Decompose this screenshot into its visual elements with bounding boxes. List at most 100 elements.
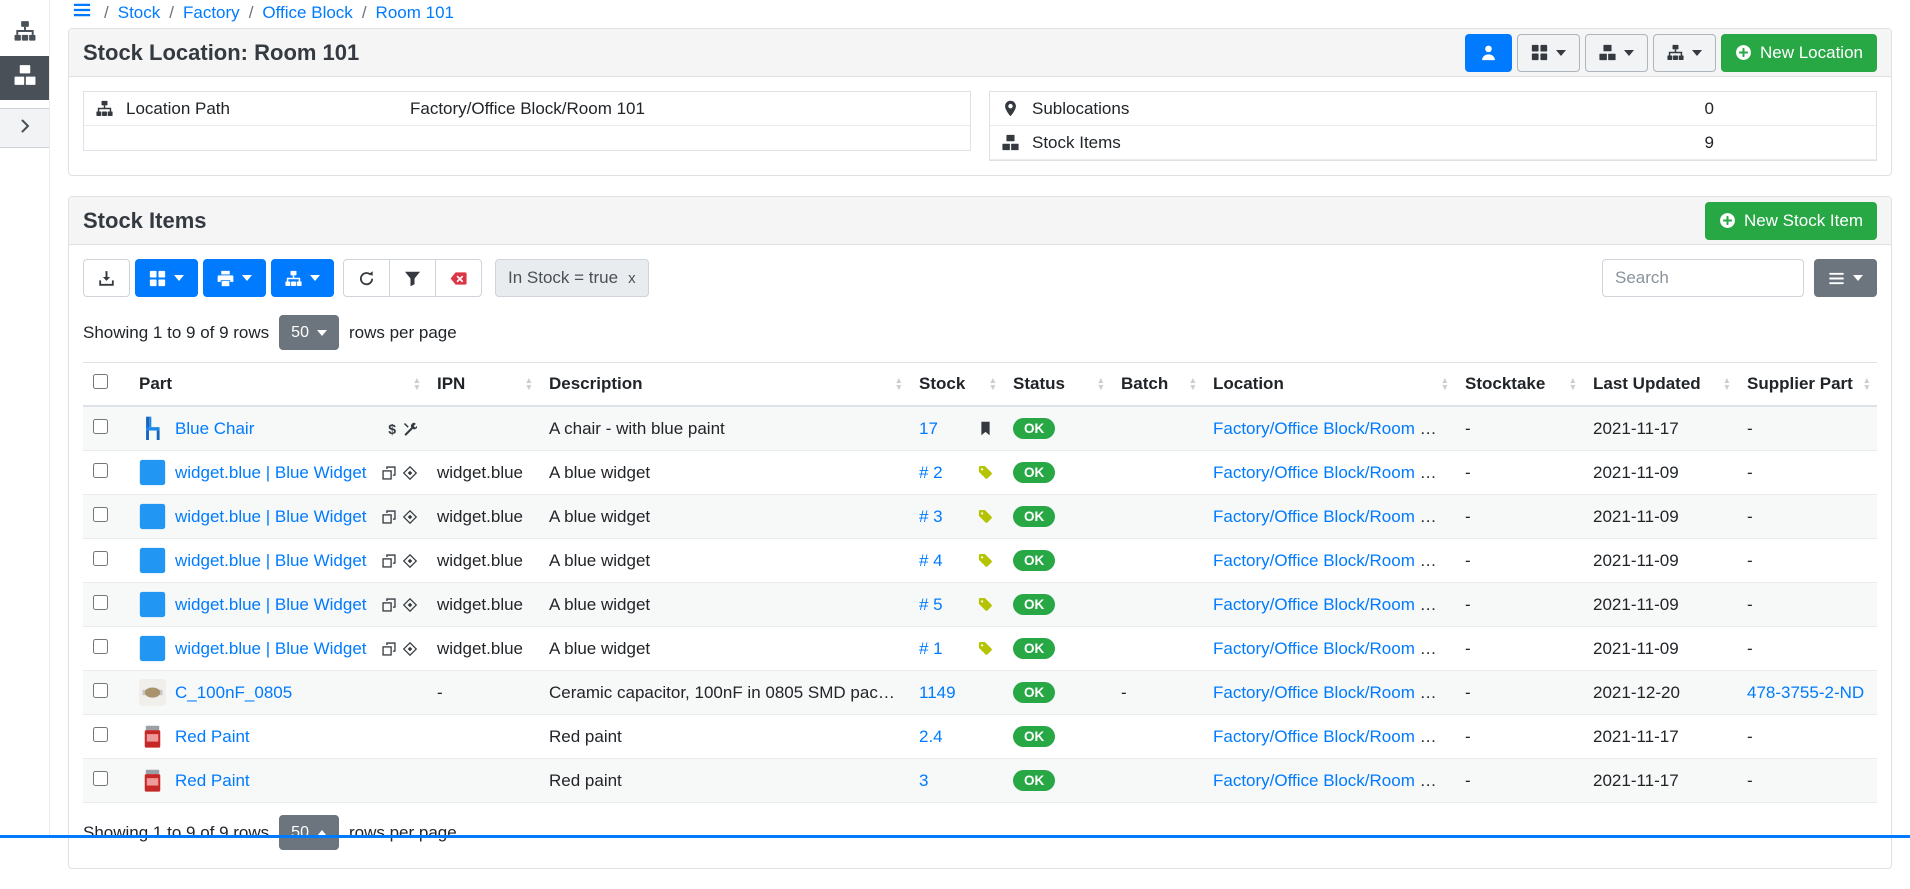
- breadcrumb-link-room-101[interactable]: Room 101: [376, 3, 454, 23]
- chevron-down-icon: [1853, 275, 1863, 281]
- stock-link[interactable]: 2.4: [919, 727, 943, 747]
- location-link[interactable]: Factory/Office Block/Room 101: [1213, 507, 1448, 526]
- row-checkbox[interactable]: [93, 463, 108, 478]
- toolbar-barcode-button[interactable]: [135, 259, 198, 297]
- status-badge: OK: [1013, 726, 1055, 748]
- location-link[interactable]: Factory/Office Block/Room 101: [1213, 595, 1448, 614]
- export-button[interactable]: [83, 259, 130, 297]
- sort-icon: ▲▼: [1569, 377, 1577, 391]
- location-path-value: Factory/Office Block/Room 101: [410, 99, 645, 119]
- sidebar-item-stock-location-tree[interactable]: [0, 56, 49, 100]
- breadcrumb-link-office-block[interactable]: Office Block: [262, 3, 352, 23]
- col-header-stock[interactable]: Stock▲▼: [909, 363, 1003, 407]
- sidebar-expand-toggle[interactable]: [0, 108, 49, 148]
- part-link[interactable]: Red Paint: [175, 727, 250, 747]
- row-checkbox[interactable]: [93, 507, 108, 522]
- location-actions-button[interactable]: [1653, 34, 1716, 72]
- toolbar-print-button[interactable]: [203, 259, 266, 297]
- part-link[interactable]: Blue Chair: [175, 419, 254, 439]
- location-link[interactable]: Factory/Office Block/Room 101: [1213, 771, 1448, 790]
- stock-actions-button[interactable]: [1585, 34, 1648, 72]
- col-header-batch[interactable]: Batch▲▼: [1111, 363, 1203, 407]
- description-cell: A blue widget: [539, 583, 909, 627]
- admin-button[interactable]: [1465, 34, 1512, 72]
- table-row: C_100nF_0805 - Ceramic capacitor, 100nF …: [83, 671, 1877, 715]
- batch-cell: [1111, 495, 1203, 539]
- refresh-button[interactable]: [343, 259, 390, 297]
- location-link[interactable]: Factory/Office Block/Room 101: [1213, 419, 1448, 438]
- part-link[interactable]: C_100nF_0805: [175, 683, 292, 703]
- col-header-stocktake[interactable]: Stocktake▲▼: [1455, 363, 1583, 407]
- col-header-description[interactable]: Description▲▼: [539, 363, 909, 407]
- sidebar-item-part-tree[interactable]: [0, 12, 49, 56]
- part-link[interactable]: Red Paint: [175, 771, 250, 791]
- barcode-actions-button[interactable]: [1517, 34, 1580, 72]
- breadcrumb-link-stock[interactable]: Stock: [118, 3, 161, 23]
- columns-button[interactable]: [1814, 259, 1877, 297]
- location-link[interactable]: Factory/Office Block/Room 101: [1213, 551, 1448, 570]
- stock-link[interactable]: 17: [919, 419, 938, 439]
- menu-toggle-button[interactable]: [72, 0, 92, 26]
- part-link[interactable]: widget.blue | Blue Widget: [175, 639, 367, 659]
- part-link[interactable]: widget.blue | Blue Widget: [175, 463, 367, 483]
- location-link[interactable]: Factory/Office Block/Room 101: [1213, 683, 1448, 702]
- row-checkbox[interactable]: [93, 771, 108, 786]
- row-checkbox[interactable]: [93, 551, 108, 566]
- col-header-last-updated[interactable]: Last Updated▲▼: [1583, 363, 1737, 407]
- breadcrumb-link-factory[interactable]: Factory: [183, 3, 240, 23]
- part-thumbnail: [139, 503, 166, 530]
- stock-link[interactable]: 1149: [919, 683, 956, 703]
- clear-filters-button[interactable]: [435, 259, 482, 297]
- col-header-ipn[interactable]: IPN▲▼: [427, 363, 539, 407]
- stock-link[interactable]: # 1: [919, 639, 943, 659]
- col-header-location[interactable]: Location▲▼: [1203, 363, 1455, 407]
- supplier-part-cell: -: [1737, 539, 1877, 583]
- tag-icon: [978, 641, 993, 656]
- location-panel-heading: Stock Location: Room 101 New Location: [69, 29, 1891, 77]
- location-details: Location Path Factory/Office Block/Room …: [69, 77, 1891, 175]
- select-all-checkbox[interactable]: [93, 374, 108, 389]
- batch-cell: [1111, 583, 1203, 627]
- part-link[interactable]: widget.blue | Blue Widget: [175, 595, 367, 615]
- col-header-part[interactable]: Part▲▼: [129, 363, 427, 407]
- row-checkbox[interactable]: [93, 639, 108, 654]
- main-area: / Stock / Factory / Office Block / Room …: [50, 0, 1910, 835]
- page-size-select[interactable]: 50: [279, 315, 339, 350]
- part-link[interactable]: widget.blue | Blue Widget: [175, 507, 367, 527]
- location-link[interactable]: Factory/Office Block/Room 101: [1213, 463, 1448, 482]
- row-checkbox[interactable]: [93, 727, 108, 742]
- batch-cell: [1111, 627, 1203, 671]
- stock-link[interactable]: # 3: [919, 507, 943, 527]
- stock-table-wrap: Part▲▼ IPN▲▼ Description▲▼ Stock▲▼ Statu…: [69, 362, 1891, 803]
- row-checkbox[interactable]: [93, 683, 108, 698]
- sublocations-label: Sublocations: [1032, 99, 1705, 119]
- remove-filter-button[interactable]: x: [628, 270, 636, 287]
- search-input[interactable]: [1602, 259, 1804, 297]
- col-header-status[interactable]: Status▲▼: [1003, 363, 1111, 407]
- bookmark-icon: [978, 421, 993, 436]
- new-location-button[interactable]: New Location: [1721, 34, 1877, 72]
- filter-button[interactable]: [389, 259, 436, 297]
- page-size-select[interactable]: 50: [279, 815, 339, 850]
- part-link[interactable]: widget.blue | Blue Widget: [175, 551, 367, 571]
- new-stock-item-button[interactable]: New Stock Item: [1705, 202, 1877, 240]
- last-updated-cell: 2021-11-09: [1583, 451, 1737, 495]
- stock-link[interactable]: # 4: [919, 551, 943, 571]
- col-header-supplier-part[interactable]: Supplier Part▲▼: [1737, 363, 1877, 407]
- app: / Stock / Factory / Office Block / Room …: [0, 0, 1910, 835]
- stock-link[interactable]: # 2: [919, 463, 943, 483]
- row-checkbox[interactable]: [93, 595, 108, 610]
- batch-cell: [1111, 759, 1203, 803]
- location-link[interactable]: Factory/Office Block/Room 101: [1213, 727, 1448, 746]
- stock-link[interactable]: # 5: [919, 595, 943, 615]
- toolbar-right: [1602, 259, 1877, 297]
- sort-icon: ▲▼: [1441, 377, 1449, 391]
- supplier-part-link[interactable]: 478-3755-2-ND: [1747, 683, 1864, 702]
- sort-icon: ▲▼: [1189, 377, 1197, 391]
- row-checkbox[interactable]: [93, 419, 108, 434]
- batch-cell: -: [1111, 671, 1203, 715]
- stock-link[interactable]: 3: [919, 771, 928, 791]
- sublocations-row: Sublocations 0: [990, 92, 1876, 126]
- toolbar-stock-options-button[interactable]: [271, 259, 334, 297]
- location-link[interactable]: Factory/Office Block/Room 101: [1213, 639, 1448, 658]
